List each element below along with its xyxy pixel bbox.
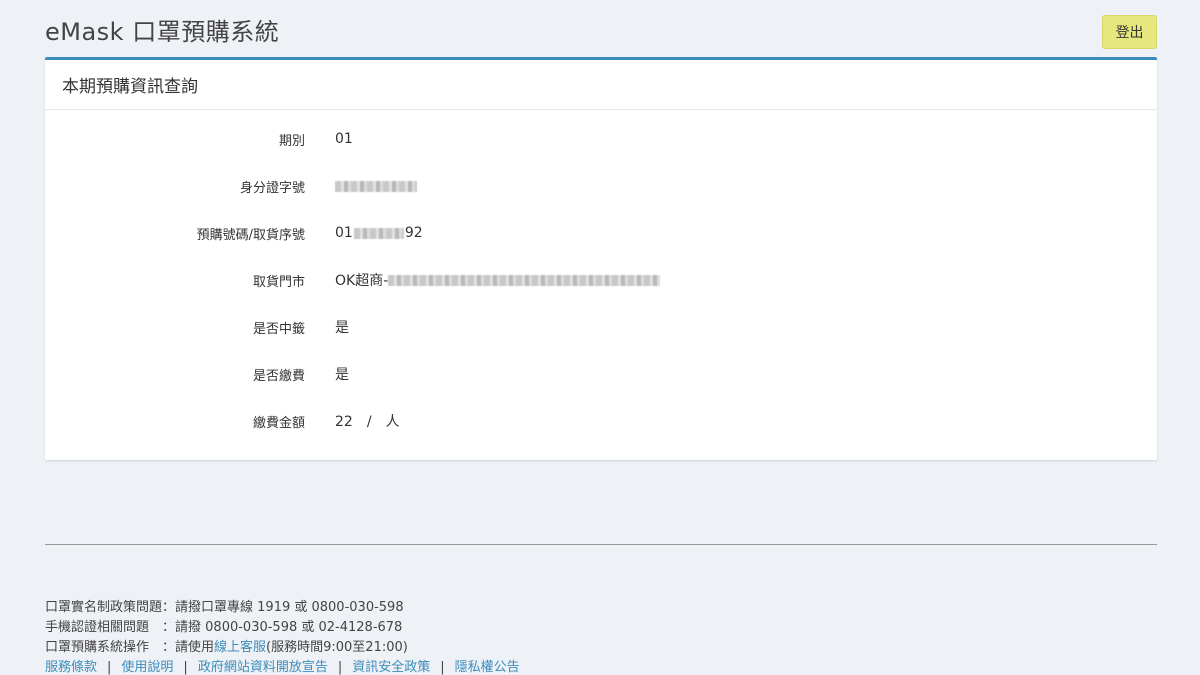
user-guide-link[interactable]: 使用說明: [121, 658, 173, 675]
row-value: 是: [335, 320, 349, 336]
link-separator: |: [337, 660, 343, 675]
footer-key: 口罩實名制政策問題：: [45, 600, 176, 615]
footer-text: (服務時間9:00至21:00): [266, 640, 408, 655]
panel-header: 本期預購資訊查詢: [45, 60, 1157, 110]
open-data-declaration-link[interactable]: 政府網站資料開放宣告: [198, 658, 328, 675]
row-value: OK超商-: [335, 270, 661, 290]
row-value: [335, 180, 417, 192]
privacy-policy-link[interactable]: 隱私權公告: [455, 658, 520, 675]
terms-of-service-link[interactable]: 服務條款: [45, 658, 97, 675]
info-row-id-number: 身分證字號: [45, 174, 1157, 198]
info-row-period: 期別 01: [45, 127, 1157, 151]
footer-links: 服務條款 | 使用說明 | 政府網站資料開放宣告 | 資訊安全政策 | 隱私權公…: [45, 658, 520, 675]
row-label: 是否中籤: [252, 321, 305, 337]
row-value: 是: [335, 367, 349, 383]
footer-text: 請撥 0800-030-598 或 02-4128-678: [175, 620, 403, 635]
page: eMask 口罩預購系統 登出 本期預購資訊查詢 期別 01 身分證字號 預購號…: [0, 0, 1200, 675]
info-row-lottery-result: 是否中籤 是: [45, 315, 1157, 339]
order-number-prefix: 01: [335, 225, 353, 241]
security-policy-link[interactable]: 資訊安全政策: [352, 658, 430, 675]
link-separator: |: [183, 660, 188, 675]
info-row-payment-amount: 繳費金額 22 / 人: [45, 409, 1157, 433]
row-value: 22 / 人: [335, 414, 400, 430]
link-separator: |: [440, 660, 445, 675]
row-value: 01 92: [335, 225, 423, 241]
row-label: 取貨門市: [252, 274, 305, 290]
footer-line-support: 口罩預購系統操作 ： 請使用 線上客服 (服務時間9:00至21:00): [45, 638, 520, 658]
redacted-store-name: [388, 274, 661, 286]
pickup-store-prefix: OK超商-: [335, 273, 389, 289]
redacted-order-number: [353, 227, 404, 239]
row-label: 繳費金額: [252, 415, 305, 431]
footer-line-phone: 手機認證相關問題 ： 請撥 0800-030-598 或 02-4128-678: [45, 618, 520, 638]
app-title: eMask 口罩預購系統: [45, 18, 280, 46]
row-value: 01: [335, 131, 353, 147]
footer-key: 口罩預購系統操作 ：: [45, 640, 176, 655]
order-number-suffix: 92: [404, 225, 423, 241]
info-row-order-number: 預購號碼/取貨序號 01 92: [45, 221, 1157, 245]
logout-button[interactable]: 登出: [1102, 15, 1157, 49]
footer-line-policy: 口罩實名制政策問題： 請撥口罩專線 1919 或 0800-030-598: [45, 598, 520, 618]
info-row-pickup-store: 取貨門市 OK超商-: [45, 268, 1157, 292]
link-separator: |: [107, 660, 112, 675]
row-label: 期別: [278, 133, 305, 149]
online-support-link[interactable]: 線上客服: [214, 638, 266, 658]
footer-text: 請使用: [175, 640, 215, 655]
info-row-payment-status: 是否繳費 是: [45, 362, 1157, 386]
row-label: 是否繳費: [252, 368, 305, 384]
footer-key: 手機認證相關問題 ：: [45, 620, 176, 635]
row-label: 預購號碼/取貨序號: [196, 227, 305, 243]
row-label: 身分證字號: [239, 180, 305, 196]
info-panel: 本期預購資訊查詢 期別 01 身分證字號 預購號碼/取貨序號 01 92 取貨門…: [45, 57, 1157, 460]
footer-divider: [45, 544, 1157, 545]
footer-text: 請撥口罩專線 1919 或 0800-030-598: [175, 600, 404, 615]
redacted-id-number: [335, 180, 417, 192]
panel-title: 本期預購資訊查詢: [62, 77, 198, 97]
footer: 口罩實名制政策問題： 請撥口罩專線 1919 或 0800-030-598 手機…: [45, 598, 520, 675]
